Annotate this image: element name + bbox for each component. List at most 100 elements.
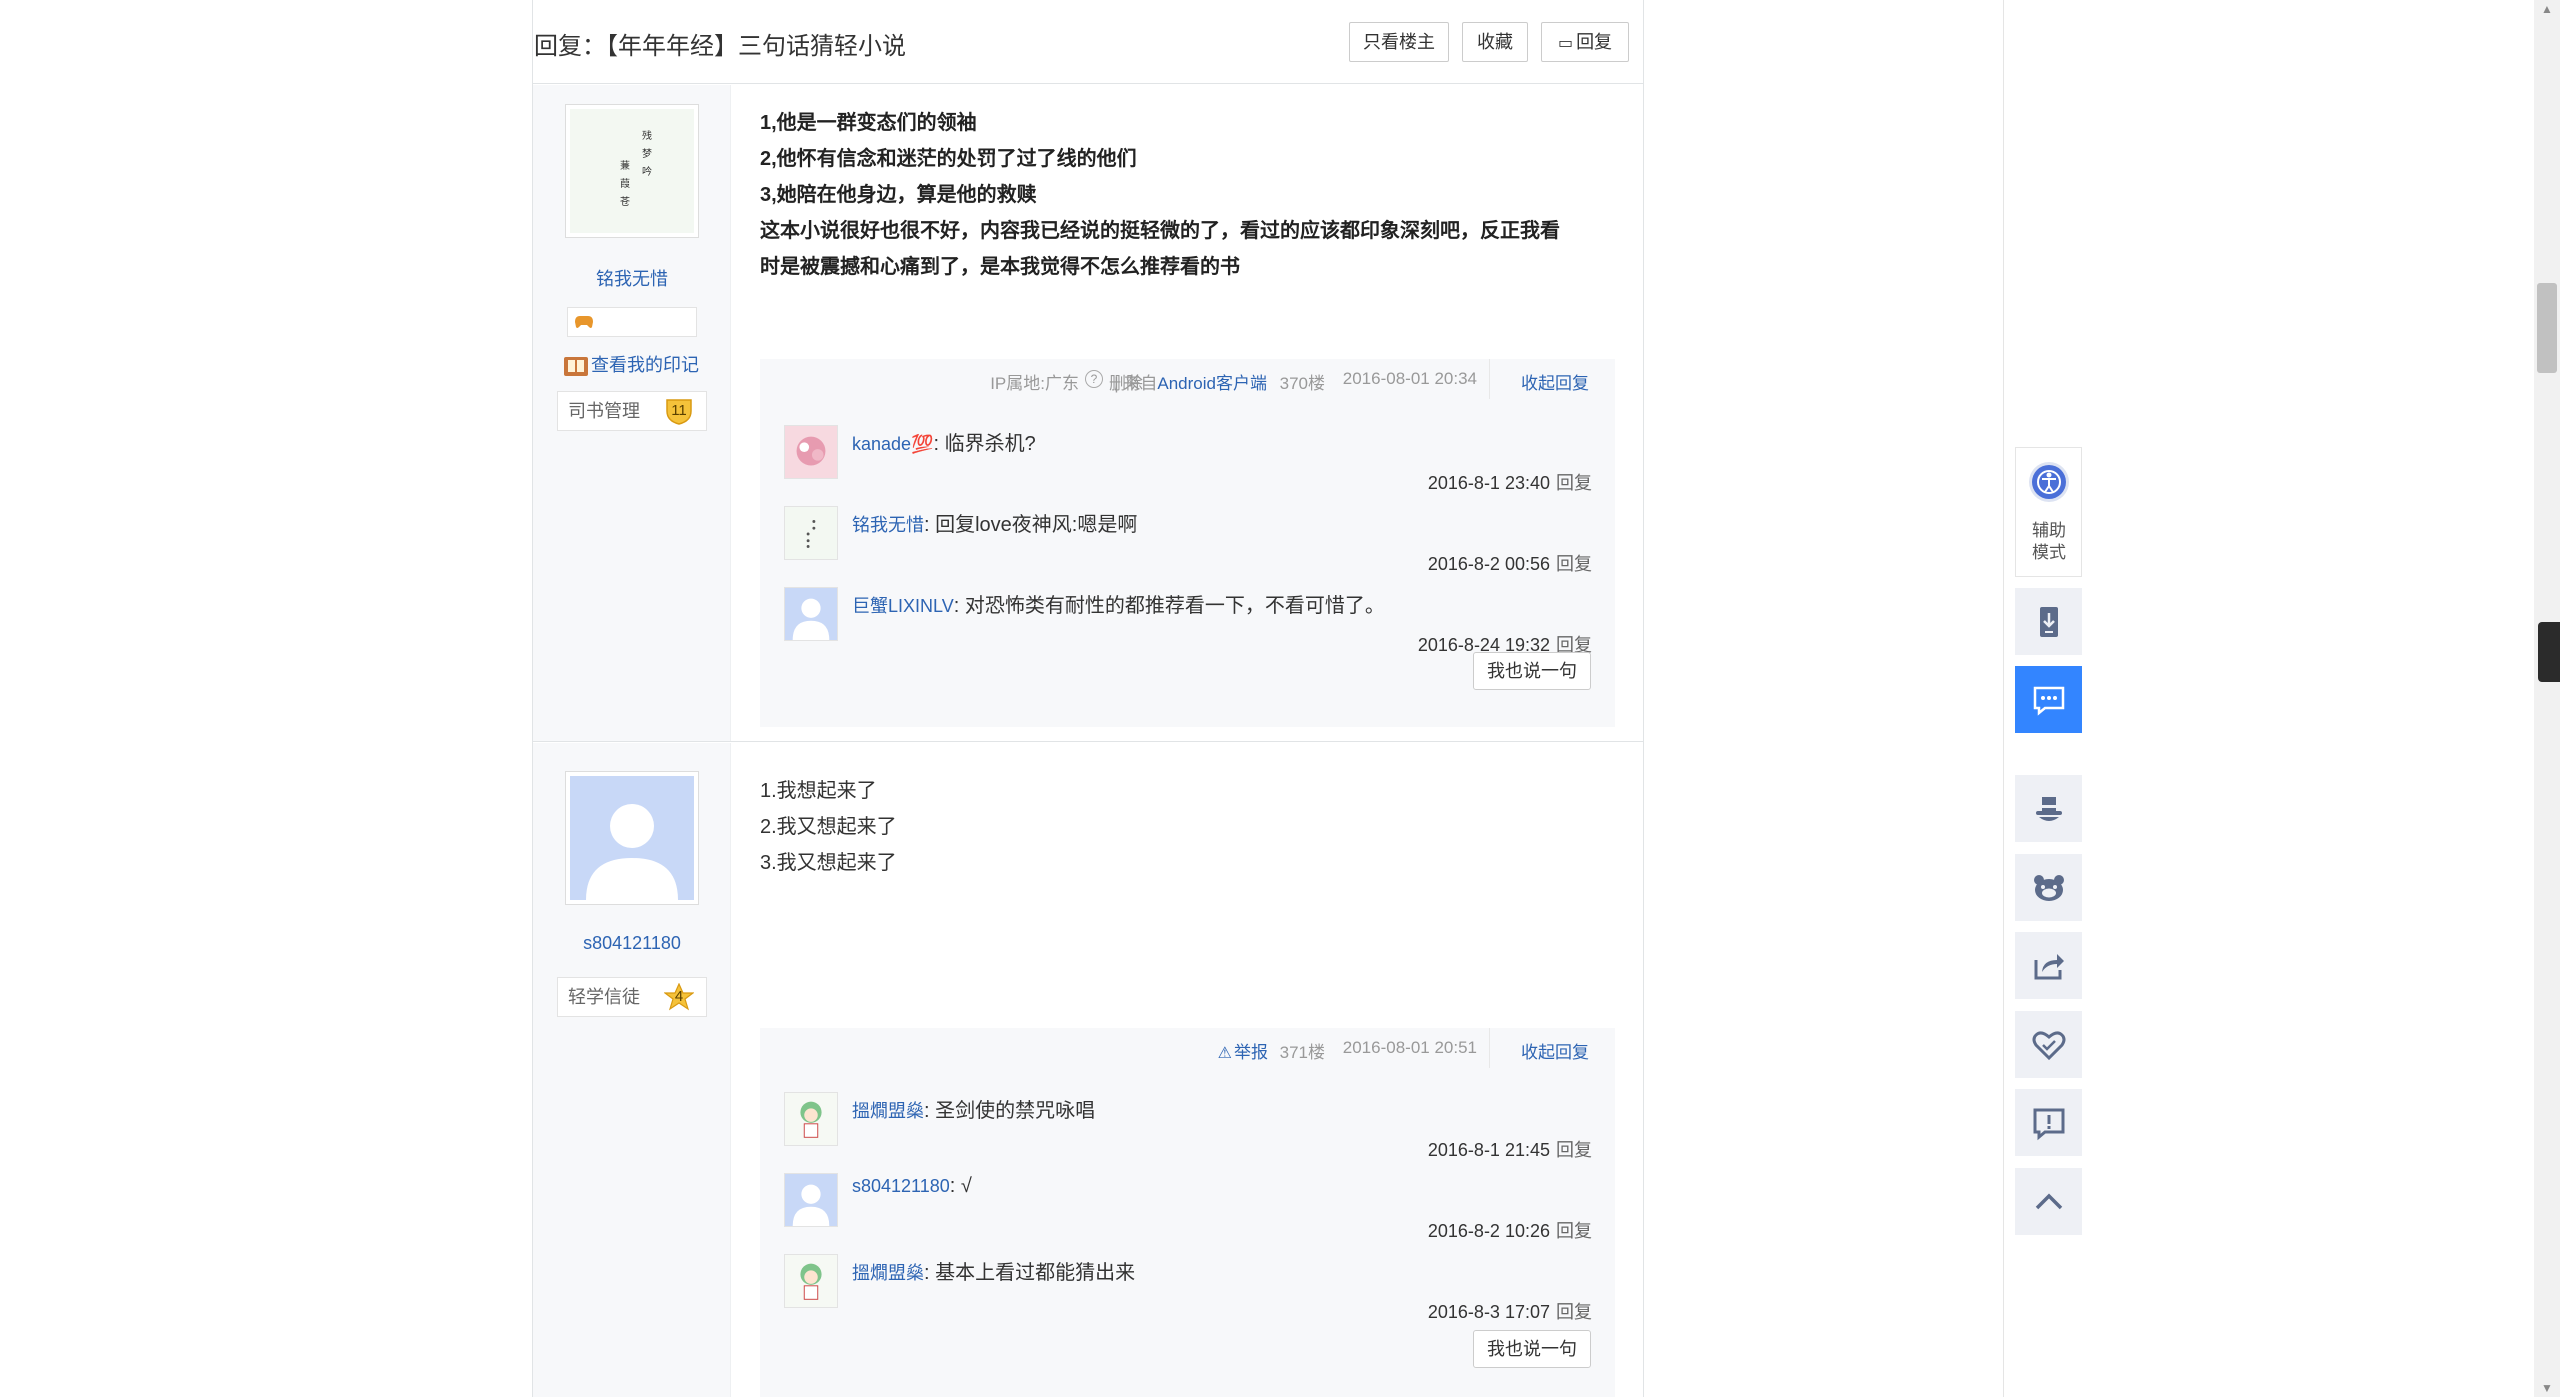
phone-download-button[interactable]	[2015, 588, 2082, 655]
from-prefix: | 来自	[1114, 374, 1158, 393]
content-line: 1,他是一群变态们的领袖	[760, 112, 977, 134]
report-icon	[2033, 1108, 2064, 1140]
share-button[interactable]	[2015, 932, 2082, 999]
reply-item: kanade💯: 临界杀机? 2016-8-1 23:40 回复	[784, 425, 1592, 495]
favorite-heart-button[interactable]	[2015, 1011, 2082, 1078]
level-title: 轻学信徒	[568, 987, 640, 1007]
reply-user[interactable]: 搵燗盟燊	[852, 1263, 924, 1283]
level-badge[interactable]: 司书管理 11	[557, 391, 707, 431]
bear-button[interactable]	[2015, 854, 2082, 921]
author-sidebar: s804121180 轻学信徒 4	[533, 743, 731, 1397]
reply-body: : 基本上看过都能猜出来	[924, 1262, 1136, 1284]
say-something-button[interactable]: 我也说一句	[1473, 1330, 1591, 1368]
collapse-replies-link[interactable]: 收起回复	[1521, 369, 1589, 394]
level-title: 司书管理	[568, 401, 640, 421]
reply-avatar[interactable]	[784, 587, 838, 641]
content-line: 2.我又想起来了	[760, 816, 897, 838]
reply-action[interactable]: 回复	[1556, 1140, 1592, 1160]
author-sidebar: 残 梦 吟 蒹 葭 苍 铭我无惜 查看我的印记 司书管理 11	[533, 85, 731, 741]
scrollbar-track[interactable]	[2534, 0, 2560, 1397]
reply-action[interactable]: 回复	[1556, 1302, 1592, 1322]
back-to-top-icon	[2035, 1193, 2062, 1209]
scrollbar-thumb[interactable]	[2537, 283, 2557, 373]
reply-list: 搵燗盟燊: 圣剑使的禁咒咏唱 2016-8-1 21:45 回复 s8041211…	[760, 1068, 1615, 1397]
reply-user[interactable]: 巨蟹LIXINLV	[852, 596, 954, 616]
help-icon[interactable]: ?	[1085, 370, 1103, 388]
reply-action[interactable]: 回复	[1556, 473, 1592, 493]
thread-header: 回复：【年年年经】三句话猜轻小说 只看楼主 收藏 ▭ 回复	[533, 0, 1643, 84]
magician-button[interactable]	[2015, 775, 2082, 842]
magician-hat-icon	[2035, 796, 2062, 821]
floor-number: 371楼	[1279, 1043, 1325, 1062]
only-op-button[interactable]: 只看楼主	[1349, 22, 1449, 62]
reply-avatar[interactable]	[784, 1092, 838, 1146]
reply-time: 2016-8-1 23:40	[1427, 473, 1550, 493]
report-link[interactable]: ⚠ 举报	[1218, 1038, 1268, 1063]
reply-action[interactable]: 回复	[1556, 554, 1592, 574]
message-button[interactable]	[2015, 666, 2082, 733]
post-time: 2016-08-01 20:51	[1342, 1038, 1477, 1057]
book-mark-icon	[564, 357, 588, 377]
reply-user[interactable]: 铭我无惜	[852, 515, 924, 535]
favorite-button[interactable]: 收藏	[1462, 22, 1528, 62]
reply-action[interactable]: 回复	[1556, 1221, 1592, 1241]
reply-avatar[interactable]	[784, 425, 838, 479]
view-mark-label: 查看我的印记	[591, 355, 699, 375]
reply-meta: 2016-8-1 21:45 回复	[1428, 1136, 1592, 1162]
message-icon	[2033, 686, 2064, 716]
reply-user[interactable]: s804121180	[852, 1176, 950, 1196]
badge-row[interactable]	[567, 307, 697, 337]
side-panel-handle[interactable]	[2538, 622, 2560, 682]
reply-meta: 2016-8-2 00:56 回复	[1428, 550, 1592, 576]
reply-avatar[interactable]	[784, 1254, 838, 1308]
reply-body: : √	[949, 1175, 972, 1197]
reply-item: 巨蟹LIXINLV: 对恐怖类有耐性的都推荐看一下，不看可惜了。 2016-8-…	[784, 587, 1592, 657]
reply-item: 铭我无惜: 回复love夜神风:嗯是啊 2016-8-2 00:56 回复	[784, 506, 1592, 576]
reply-avatar[interactable]	[784, 1173, 838, 1227]
view-mark-link[interactable]: 查看我的印记	[563, 351, 699, 378]
post-content: 1.我想起来了 2.我又想起来了 3.我又想起来了	[760, 773, 897, 881]
say-something-button[interactable]: 我也说一句	[1473, 652, 1591, 690]
post-370: 残 梦 吟 蒹 葭 苍 铭我无惜 查看我的印记 司书管理 11 1,他是一群变态…	[533, 85, 1643, 742]
content-line: 1.我想起来了	[760, 780, 877, 802]
report-button[interactable]	[2015, 1089, 2082, 1156]
avatar[interactable]: 残 梦 吟 蒹 葭 苍	[565, 104, 699, 238]
reply-user[interactable]: 搵燗盟燊	[852, 1101, 924, 1121]
author-name[interactable]: s804121180	[533, 933, 731, 954]
reply-item: 搵燗盟燊: 圣剑使的禁咒咏唱 2016-8-1 21:45 回复	[784, 1092, 1592, 1162]
svg-text:苍: 苍	[620, 195, 630, 208]
reply-avatar[interactable]	[784, 506, 838, 560]
client-link[interactable]: Android客户端	[1157, 374, 1267, 393]
collapse-replies-link[interactable]: 收起回复	[1521, 1038, 1589, 1063]
reply-item: s804121180: √ 2016-8-2 10:26 回复	[784, 1173, 1592, 1243]
svg-text:吟: 吟	[642, 165, 652, 178]
svg-text:梦: 梦	[642, 148, 652, 160]
reply-user[interactable]: kanade💯	[852, 434, 933, 454]
post-meta-bar: ⚠ 举报 371楼 2016-08-01 20:51 收起回复	[760, 1028, 1615, 1068]
level-badge[interactable]: 轻学信徒 4	[557, 977, 707, 1017]
page-divider	[2003, 0, 2004, 1397]
avatar[interactable]	[565, 771, 699, 905]
scroll-down-arrow-icon[interactable]: ▼	[2538, 1381, 2556, 1395]
back-to-top-button[interactable]	[2015, 1168, 2082, 1235]
content-line: 3.我又想起来了	[760, 852, 897, 874]
gamepad-badge-icon	[575, 316, 593, 328]
reply-time: 2016-8-3 17:07	[1427, 1302, 1550, 1322]
content-line: 2,他怀有信念和迷茫的处罚了过了线的他们	[760, 148, 1137, 170]
reply-text: 搵燗盟燊: 基本上看过都能猜出来	[852, 1256, 1135, 1285]
thread-container: 回复：【年年年经】三句话猜轻小说 只看楼主 收藏 ▭ 回复 残 梦 吟 蒹 葭 苍…	[532, 0, 1644, 1397]
assist-mode-button[interactable]: 辅助模式	[2015, 447, 2082, 577]
client-source: | 来自Android客户端	[1114, 369, 1267, 394]
reply-button-label: 回复	[1576, 32, 1613, 52]
reply-body: : 圣剑使的禁咒咏唱	[924, 1100, 1096, 1122]
content-line: 3,她陪在他身边，算是他的救赎	[760, 184, 1037, 206]
scroll-up-arrow-icon[interactable]: ▲	[2538, 2, 2556, 16]
author-name[interactable]: 铭我无惜	[533, 265, 731, 291]
post-371: s804121180 轻学信徒 4 1.我想起来了 2.我又想起来了 3.我又想…	[533, 743, 1643, 1397]
reply-meta: 2016-8-1 23:40 回复	[1428, 469, 1592, 495]
phone-download-icon	[2039, 606, 2058, 637]
reply-button[interactable]: ▭ 回复	[1541, 22, 1629, 62]
assist-mode-label: 辅助模式	[2032, 521, 2066, 562]
share-icon	[2034, 953, 2064, 979]
post-time: 2016-08-01 20:34	[1342, 369, 1477, 388]
